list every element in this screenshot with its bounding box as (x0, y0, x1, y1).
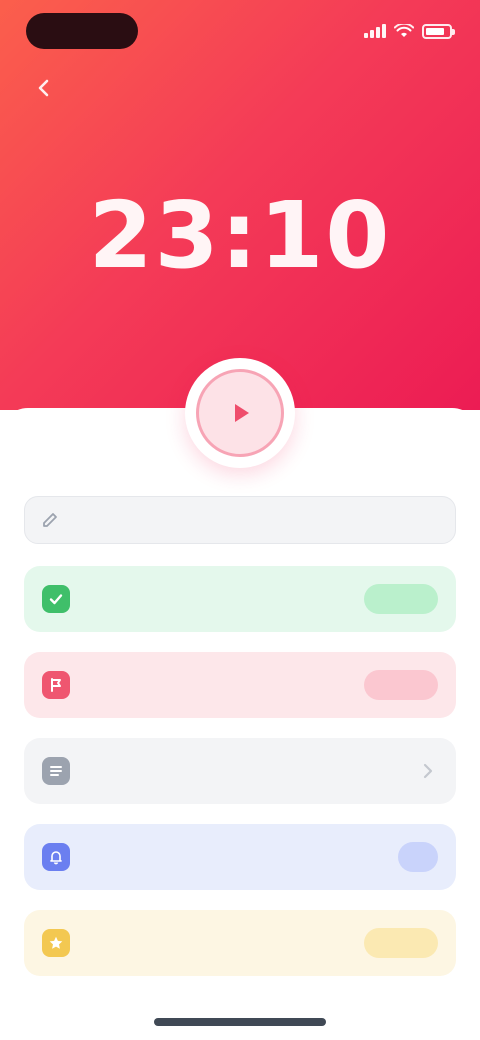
bell-icon (42, 843, 70, 871)
star-icon (42, 929, 70, 957)
hero-header: 23:10 (0, 0, 480, 410)
list-item[interactable] (24, 824, 456, 890)
check-icon (42, 585, 70, 613)
row-badge (364, 584, 438, 614)
nav-bar (0, 64, 480, 112)
list-item[interactable] (24, 738, 456, 804)
back-button[interactable] (26, 70, 62, 106)
list-item[interactable] (24, 910, 456, 976)
edit-icon (43, 513, 57, 527)
home-indicator (154, 1018, 326, 1026)
play-button-ring (185, 358, 295, 468)
battery-level (426, 27, 444, 35)
wifi-icon (394, 24, 414, 37)
timer-display: 23:10 (88, 182, 392, 289)
flag-icon (42, 671, 70, 699)
list-icon (42, 757, 70, 785)
list-item[interactable] (24, 652, 456, 718)
chevron-right-icon (418, 761, 438, 781)
row-badge (364, 670, 438, 700)
status-icons (364, 20, 455, 42)
battery-icon (422, 23, 455, 39)
chevron-left-icon (38, 79, 49, 97)
task-name-input[interactable] (71, 511, 439, 529)
signal-icon (364, 24, 386, 38)
options-list (24, 566, 456, 996)
list-item[interactable] (24, 566, 456, 632)
status-time-pill (26, 13, 138, 49)
row-badge (398, 842, 438, 872)
row-badge (364, 928, 438, 958)
task-name-field[interactable] (24, 496, 456, 544)
status-bar (0, 0, 480, 60)
play-icon (235, 404, 249, 422)
play-button[interactable] (196, 369, 284, 457)
